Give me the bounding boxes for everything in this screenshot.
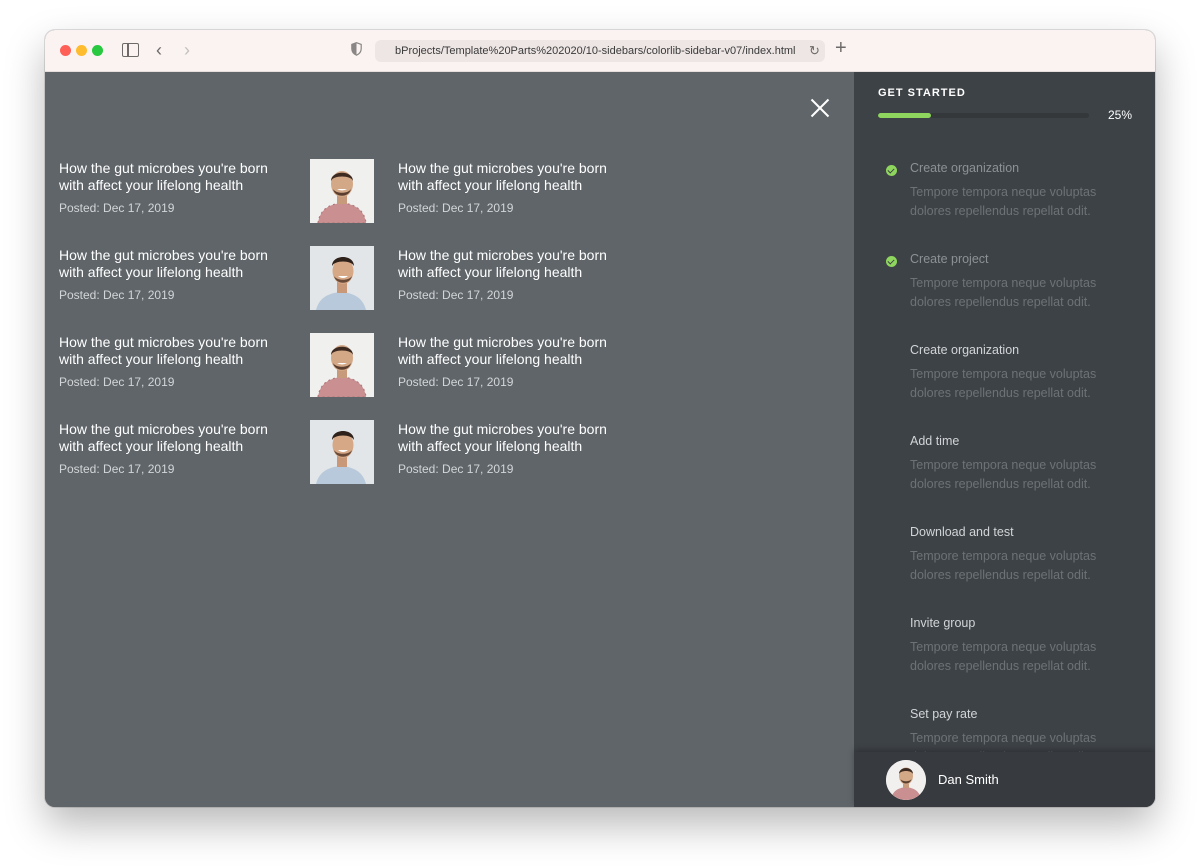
shield-icon[interactable] <box>351 42 362 56</box>
step-title: Invite group <box>910 616 976 630</box>
browser-toolbar: ‹ › bProjects/Template%20Parts%202020/10… <box>45 30 1155 72</box>
post-title[interactable]: How the gut microbes you're born with af… <box>59 334 279 368</box>
post-title[interactable]: How the gut microbes you're born with af… <box>398 334 618 368</box>
avatar[interactable] <box>886 760 926 800</box>
panel-title: GET STARTED <box>878 87 966 99</box>
step-description: Tempore tempora neque voluptas dolores r… <box>910 185 1097 218</box>
post-date: Posted: Dec 17, 2019 <box>59 288 175 302</box>
progress-fill <box>878 113 931 118</box>
progress-percent: 25% <box>1108 108 1133 122</box>
back-icon[interactable]: ‹ <box>156 40 162 61</box>
user-name: Dan Smith <box>938 772 999 787</box>
post-thumbnail[interactable] <box>310 420 374 484</box>
post-date: Posted: Dec 17, 2019 <box>398 288 514 302</box>
post-row: How the gut microbes you're born with af… <box>59 246 819 313</box>
post-row: How the gut microbes you're born with af… <box>59 333 819 400</box>
close-window-button[interactable] <box>60 45 71 56</box>
forward-icon[interactable]: › <box>184 40 190 61</box>
step-title: Add time <box>910 434 960 448</box>
step-title: Set pay rate <box>910 707 978 721</box>
post-thumbnail[interactable] <box>310 159 374 223</box>
post-date: Posted: Dec 17, 2019 <box>59 201 175 215</box>
step-title: Create organization <box>910 161 1020 175</box>
step-title: Create project <box>910 252 989 266</box>
reload-icon[interactable]: ↻ <box>809 43 820 59</box>
post-title[interactable]: How the gut microbes you're born with af… <box>398 247 618 281</box>
post-date: Posted: Dec 17, 2019 <box>398 375 514 389</box>
post-row: How the gut microbes you're born with af… <box>59 159 819 226</box>
post-title[interactable]: How the gut microbes you're born with af… <box>398 421 618 455</box>
step-description: Tempore tempora neque voluptas dolores r… <box>910 458 1097 491</box>
check-circle-icon <box>886 256 897 267</box>
step-description: Tempore tempora neque voluptas dolores r… <box>910 276 1097 309</box>
step-description: Tempore tempora neque voluptas dolores r… <box>910 549 1097 582</box>
close-icon[interactable] <box>810 98 830 118</box>
minimize-window-button[interactable] <box>76 45 87 56</box>
main-content: How the gut microbes you're born with af… <box>45 72 854 807</box>
user-profile-bar[interactable]: Dan Smith <box>854 752 1155 807</box>
get-started-panel: GET STARTED 25% Create organization Temp… <box>854 72 1155 807</box>
zoom-window-button[interactable] <box>92 45 103 56</box>
post-date: Posted: Dec 17, 2019 <box>398 201 514 215</box>
progress-bar <box>878 113 1089 118</box>
post-date: Posted: Dec 17, 2019 <box>59 375 175 389</box>
step-title: Download and test <box>910 525 1014 539</box>
step-description: Tempore tempora neque voluptas dolores r… <box>910 640 1097 673</box>
post-title[interactable]: How the gut microbes you're born with af… <box>398 160 618 194</box>
browser-window: ‹ › bProjects/Template%20Parts%202020/10… <box>45 30 1155 807</box>
check-circle-icon <box>886 165 897 176</box>
post-date: Posted: Dec 17, 2019 <box>398 462 514 476</box>
sidebar-toggle-icon[interactable] <box>122 43 139 57</box>
post-thumbnail[interactable] <box>310 333 374 397</box>
step-title: Create organization <box>910 343 1020 357</box>
step-description: Tempore tempora neque voluptas dolores r… <box>910 367 1097 400</box>
new-tab-icon[interactable]: + <box>835 37 847 60</box>
post-date: Posted: Dec 17, 2019 <box>59 462 175 476</box>
post-title[interactable]: How the gut microbes you're born with af… <box>59 421 279 455</box>
post-row: How the gut microbes you're born with af… <box>59 420 819 487</box>
address-bar[interactable]: bProjects/Template%20Parts%202020/10-sid… <box>375 40 825 62</box>
post-title[interactable]: How the gut microbes you're born with af… <box>59 160 279 194</box>
post-title[interactable]: How the gut microbes you're born with af… <box>59 247 279 281</box>
post-thumbnail[interactable] <box>310 246 374 310</box>
